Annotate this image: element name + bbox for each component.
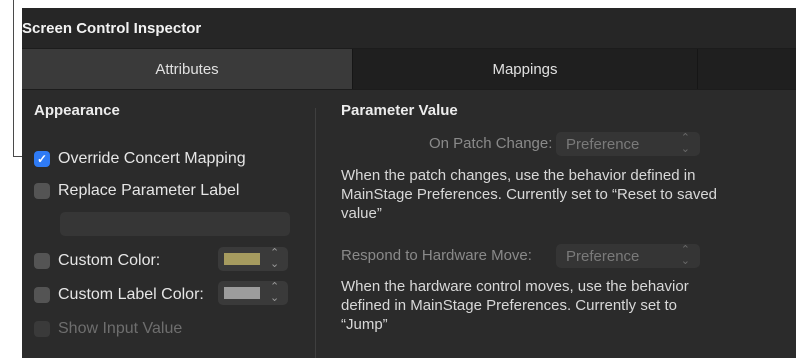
custom-label-color-checkbox[interactable] [34, 287, 50, 303]
custom-color-row: Custom Color: [34, 252, 160, 270]
updown-chevron-icon: ⌃ ⌄ [680, 244, 690, 267]
tab-mappings[interactable]: Mappings [352, 49, 698, 89]
on-patch-change-value: Preference [566, 135, 640, 153]
custom-color-checkbox[interactable] [34, 253, 50, 269]
custom-color-label: Custom Color: [58, 252, 161, 269]
appearance-heading: Appearance [34, 102, 120, 119]
respond-to-hardware-move-description: When the hardware control moves, use the… [341, 278, 689, 333]
updown-chevron-icon: ⌃ ⌄ [270, 247, 280, 270]
show-input-value-label: Show Input Value [58, 320, 183, 337]
respond-to-hardware-move-value: Preference [566, 247, 640, 265]
replace-parameter-label-row: Replace Parameter Label [34, 182, 239, 200]
inspector-title-bar: Screen Control Inspector [22, 8, 796, 49]
on-patch-change-popup[interactable]: Preference ⌃ ⌄ [556, 132, 700, 156]
override-concert-mapping-checkbox[interactable]: ✓ [34, 151, 50, 167]
show-input-value-row: Show Input Value [34, 320, 182, 338]
checkmark-icon: ✓ [36, 152, 48, 166]
tab-bar: Attributes Mappings [22, 49, 796, 90]
on-patch-change-description: When the patch changes, use the behavior… [341, 167, 718, 222]
updown-chevron-icon: ⌃ ⌄ [270, 281, 280, 304]
inspector-title: Screen Control Inspector [22, 19, 202, 37]
tab-bar-filler [698, 49, 796, 89]
callout-line [13, 0, 14, 157]
tab-attributes[interactable]: Attributes [22, 49, 352, 89]
section-divider [315, 108, 316, 358]
attributes-content: Appearance ✓ Override Concert Mapping Re… [22, 90, 796, 358]
override-concert-mapping-row: ✓ Override Concert Mapping [34, 150, 246, 168]
custom-color-popup[interactable]: ⌃ ⌄ [218, 247, 288, 271]
parameter-label-field[interactable] [60, 212, 290, 236]
updown-chevron-icon: ⌃ ⌄ [680, 132, 690, 155]
custom-label-color-swatch [224, 287, 260, 299]
override-concert-mapping-label: Override Concert Mapping [58, 150, 246, 167]
replace-parameter-label-label: Replace Parameter Label [58, 182, 240, 199]
custom-label-color-row: Custom Label Color: [34, 286, 204, 304]
custom-color-swatch [224, 253, 260, 265]
respond-to-hardware-move-label: Respond to Hardware Move: [341, 247, 532, 264]
parameter-value-heading: Parameter Value [341, 102, 458, 119]
appearance-section: Appearance ✓ Override Concert Mapping Re… [34, 90, 310, 358]
custom-label-color-popup[interactable]: ⌃ ⌄ [218, 281, 288, 305]
replace-parameter-label-checkbox[interactable] [34, 183, 50, 199]
respond-to-hardware-move-popup[interactable]: Preference ⌃ ⌄ [556, 244, 700, 268]
show-input-value-checkbox[interactable] [34, 321, 50, 337]
screen-control-inspector: Screen Control Inspector Attributes Mapp… [22, 8, 796, 358]
custom-label-color-label: Custom Label Color: [58, 286, 204, 303]
on-patch-change-label: On Patch Change: [429, 135, 553, 152]
parameter-value-section: Parameter Value On Patch Change: Prefere… [341, 90, 781, 358]
